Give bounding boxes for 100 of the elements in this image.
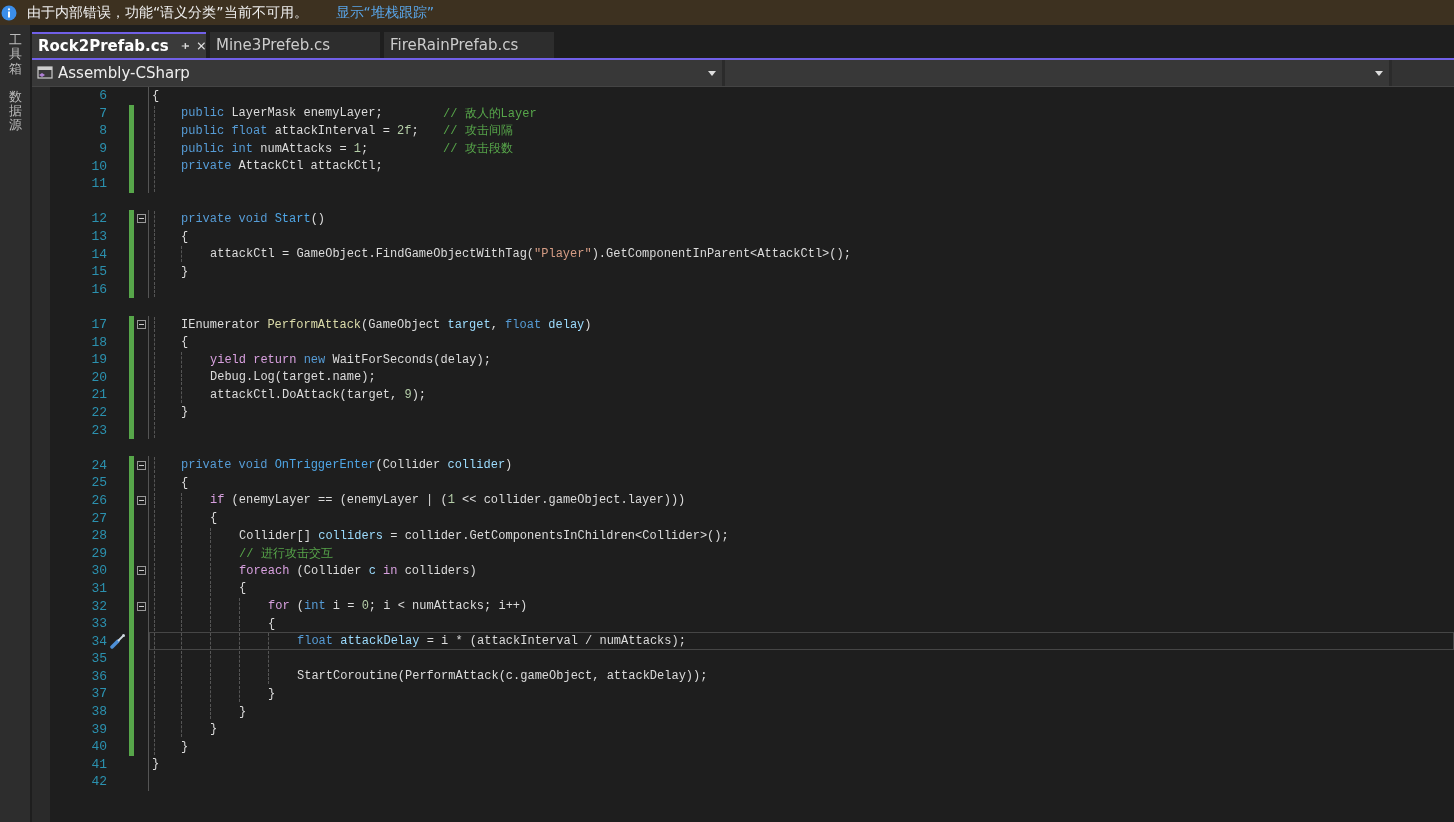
line-number: 34 — [90, 633, 107, 649]
code-token: { — [181, 335, 189, 350]
code-token: collider — [447, 458, 506, 473]
line-number: 39 — [90, 721, 107, 737]
error-message: 由于内部错误，功能“语义分类”当前不可用。 — [27, 3, 308, 22]
line-number: 21 — [90, 387, 107, 403]
line-number: 33 — [90, 616, 107, 632]
line-number: 42 — [90, 774, 107, 790]
code-token: foreach — [239, 563, 291, 578]
line-number: 37 — [90, 686, 107, 702]
code-token: in — [383, 563, 398, 578]
line-number: 19 — [90, 352, 107, 368]
line-number: 36 — [90, 668, 107, 684]
collapse-icon[interactable] — [136, 495, 146, 505]
code-token: 0 — [361, 599, 369, 613]
code-token: attackCtl = GameObject.FindGameObjectWithTag( — [210, 247, 535, 262]
code-token: ; — [361, 141, 369, 156]
line-number: 9 — [98, 141, 107, 157]
code-token: WaitForSeconds(delay); — [332, 352, 491, 367]
code-token: = collider.GetComponentsInChildren<Collider>(); — [389, 528, 729, 543]
code-token: yield return — [210, 352, 298, 367]
code-token: (Collider — [375, 458, 442, 473]
code-token: { — [181, 475, 189, 490]
code-token: attackDelay — [340, 634, 420, 649]
file-tab[interactable]: FireRainPrefab.cs — [384, 32, 554, 58]
code-comment: // 攻击段数 — [443, 141, 513, 158]
code-token: } — [268, 687, 276, 701]
code-token: 9 — [404, 387, 412, 402]
code-token: "Player" — [534, 247, 592, 262]
project-icon — [36, 64, 54, 82]
pin-icon[interactable] — [180, 40, 190, 52]
close-icon[interactable] — [197, 40, 206, 52]
code-token: float — [231, 124, 268, 138]
line-number: 13 — [90, 229, 107, 245]
line-number: 41 — [90, 756, 107, 772]
code-token: PerformAttack — [267, 317, 362, 332]
code-token: attackInterval = — [273, 124, 391, 138]
code-token: colliders) — [403, 563, 477, 578]
code-token: { — [239, 581, 247, 596]
code-token: () — [310, 211, 326, 226]
collapse-icon[interactable] — [136, 566, 146, 576]
code-token: public — [181, 124, 226, 138]
code-token: 1 — [447, 493, 455, 508]
code-token: numAttacks = — [259, 141, 348, 156]
code-comment: // 敌人的Layer — [443, 105, 537, 122]
code-comment: // 攻击间隔 — [443, 123, 513, 140]
code-token: ).GetComponentInParent<AttackCtl>(); — [591, 247, 851, 262]
code-token: << collider.gameObject.layer))) — [461, 493, 686, 508]
code-token: { — [152, 88, 160, 103]
line-number: 20 — [90, 369, 107, 385]
info-icon — [1, 4, 17, 21]
line-number: 10 — [90, 158, 107, 174]
code-token: ( — [296, 599, 304, 613]
code-token: { — [210, 511, 218, 526]
code-token: i = — [332, 599, 356, 613]
stack-trace-link[interactable]: 显示“堆栈跟踪” — [335, 3, 435, 22]
code-token: (Collider — [296, 563, 363, 578]
line-number: 32 — [90, 598, 107, 614]
code-token: { — [181, 229, 189, 244]
code-token: AttackCtl attackCtl; — [238, 159, 383, 174]
code-token: 2f — [397, 124, 412, 138]
collapse-icon[interactable] — [136, 320, 146, 329]
side-tab[interactable]: 数据源 — [8, 89, 22, 133]
side-tab[interactable]: 工具箱 — [8, 33, 22, 76]
line-number: 16 — [90, 281, 107, 297]
caret-icon — [708, 70, 716, 76]
collapse-icon[interactable] — [136, 460, 146, 470]
code-token: } — [239, 704, 247, 719]
line-number: 38 — [90, 704, 107, 720]
line-number: 8 — [98, 123, 107, 139]
code-token: float — [505, 317, 543, 332]
collapse-icon[interactable] — [136, 601, 146, 611]
code-token: private void — [181, 211, 269, 226]
line-number: 24 — [90, 457, 107, 473]
code-token: int — [231, 141, 254, 156]
line-number: 25 — [90, 475, 107, 491]
line-number: 27 — [90, 510, 107, 526]
screwdriver-icon[interactable] — [110, 633, 126, 650]
code-token: } — [210, 722, 218, 737]
code-token: c — [368, 563, 377, 578]
code-token: IEnumerator — [181, 317, 262, 332]
project-dropdown[interactable]: Assembly-CSharp — [32, 60, 722, 86]
code-token: private — [181, 159, 233, 174]
line-number: 14 — [90, 246, 107, 262]
line-number: 11 — [90, 176, 107, 192]
line-number: 35 — [90, 651, 107, 667]
line-number: 40 — [90, 739, 107, 755]
code-token: , — [490, 317, 499, 332]
code-token: // 进行攻击交互 — [239, 546, 333, 561]
line-number: 15 — [90, 264, 107, 280]
file-tab[interactable]: Mine3Prefeb.cs — [210, 32, 380, 58]
code-token: (GameObject — [361, 317, 442, 332]
code-token: Collider[] — [239, 528, 312, 543]
code-token: } — [181, 739, 189, 754]
collapse-icon[interactable] — [136, 214, 146, 224]
file-tab[interactable]: Rock2Prefab.cs — [32, 32, 206, 58]
code-token: ); — [411, 387, 427, 402]
code-token: public — [181, 106, 226, 121]
caret-icon — [1375, 70, 1383, 76]
line-number: 30 — [90, 563, 107, 579]
